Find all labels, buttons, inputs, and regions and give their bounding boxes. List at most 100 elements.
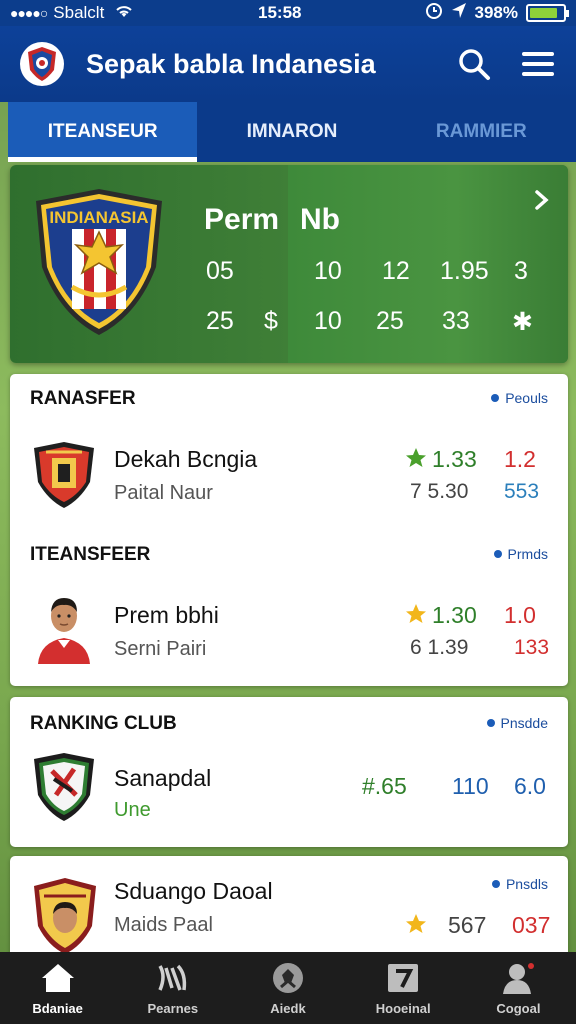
club-league: Maids Paal: [114, 914, 213, 936]
home-icon: [40, 961, 76, 995]
hero-stat: 3: [514, 257, 528, 285]
hero-stat: $: [264, 307, 278, 335]
club-name: Sanapdal: [114, 765, 212, 791]
stat-value: 037: [512, 912, 551, 938]
section-link[interactable]: Pnsdls: [491, 876, 548, 892]
hero-stat: 10: [314, 257, 342, 285]
dot-icon: [491, 880, 500, 888]
app-title: Sepak babla Indanesia: [86, 48, 376, 79]
nav-players[interactable]: Pearnes: [115, 952, 230, 1024]
dot-icon: [491, 394, 500, 402]
club-league: Une: [114, 799, 151, 821]
battery-icon: [526, 4, 569, 22]
club-badge: [32, 440, 96, 515]
app-header: Sepak babla Indanesia: [0, 26, 576, 102]
tab-ranking[interactable]: RAMMIER: [387, 102, 576, 162]
section-link[interactable]: Pnsdde: [486, 715, 548, 731]
stat-value: 1.0: [504, 602, 536, 628]
stat-value: #.65: [362, 773, 407, 799]
nav-label: Cogoal: [496, 1000, 541, 1016]
battery-fill: [530, 8, 558, 18]
search-button[interactable]: [456, 46, 492, 82]
nav-label: Aiedk: [270, 1000, 306, 1016]
section-title: RANASFER: [30, 388, 136, 409]
club-badge: [32, 751, 96, 828]
alarm-icon: [425, 2, 443, 25]
player-name: Prem bbhi: [114, 602, 219, 628]
hero-stat: 05: [206, 257, 234, 285]
nav-schedule[interactable]: Hooeinal: [346, 952, 461, 1024]
profile-icon: [500, 961, 536, 995]
chevron-right-icon[interactable]: [534, 189, 550, 216]
hero-stat: 1.95: [440, 257, 489, 285]
nav-profile[interactable]: Cogoal: [461, 952, 576, 1024]
nav-label: Hooeinal: [375, 1000, 431, 1016]
nav-match[interactable]: Aiedk: [230, 952, 345, 1024]
hero-stat: ✱: [512, 308, 533, 336]
stat-value: 110: [452, 773, 489, 799]
ball-icon: [270, 961, 306, 995]
hero-stat: 25: [376, 307, 404, 335]
club-card: Pnsdls Sduango Daoal Maids Paal 567 037: [10, 856, 568, 956]
club-name: Dekah Bcngia: [114, 446, 258, 472]
stat-value: 553: [504, 480, 540, 503]
hero-stat: 25: [206, 307, 234, 335]
tab-transfer[interactable]: ITEANSEUR: [8, 102, 198, 162]
transfer-card: RANASFER Peouls Dekah Bcngia Paital Naur…: [10, 374, 568, 686]
star-icon: [404, 446, 428, 475]
ranking-card: RANKING CLUB Pnsdde Sanapdal Une #.65 11…: [10, 697, 568, 847]
team-crest: INDIANASIA: [32, 187, 166, 342]
section-title: RANKING CLUB: [30, 713, 177, 734]
nav-label: Bdaniae: [32, 1000, 83, 1016]
hero-stat: 33: [442, 307, 470, 335]
search-icon: [459, 49, 490, 80]
crest-text: INDIANASIA: [49, 208, 148, 227]
dot-icon: [493, 550, 502, 558]
battery-percent: 398%: [474, 3, 518, 22]
star-icon: [404, 912, 428, 941]
hero-stat: 10: [314, 307, 342, 335]
menu-icon: [522, 52, 554, 76]
section-link-label: Pnsdde: [500, 715, 548, 731]
nav-home[interactable]: Bdaniae: [0, 952, 115, 1024]
club-crest-icon: [28, 47, 56, 81]
club-league: Paital Naur: [114, 482, 213, 504]
stat-value: 133: [514, 636, 550, 659]
wifi-icon: [114, 3, 134, 24]
location-icon: [451, 2, 467, 25]
player-club: Serni Pairi: [114, 638, 207, 660]
section-link-label: Peouls: [505, 390, 548, 406]
carrier-name: Sbalclt: [53, 3, 105, 22]
section-link[interactable]: Peouls: [491, 390, 548, 406]
club-name: Sduango Daoal: [114, 878, 273, 904]
tab-bar: ITEANSEUR IMNARON RAMMIER: [8, 102, 576, 162]
hero-stat: 12: [382, 257, 410, 285]
tab-information[interactable]: IMNARON: [197, 102, 386, 162]
stat-value: 567: [448, 912, 487, 938]
clock: 15:58: [258, 3, 302, 22]
section-link-label: Prmds: [507, 546, 548, 562]
calendar-icon: [385, 961, 421, 995]
app-logo: [20, 42, 64, 86]
bottom-navigation: Bdaniae Pearnes Aiedk Hooeinal Cogoal: [0, 952, 576, 1024]
section-link-label: Pnsdls: [505, 876, 548, 892]
hero-col-a-label: Perm: [204, 203, 280, 236]
dot-icon: [486, 719, 495, 727]
stat-value: 6 1.39: [410, 636, 469, 659]
star-icon: [404, 602, 428, 631]
stat-value: 6.0: [514, 773, 546, 799]
club-badge: [32, 876, 98, 961]
stat-value: 7 5.30: [410, 480, 469, 503]
featured-team-card[interactable]: INDIANASIA Perm Nb 05 10 12 1.95 3 25 $ …: [10, 165, 568, 363]
section-link[interactable]: Prmds: [493, 546, 548, 562]
nav-label: Pearnes: [147, 1000, 199, 1016]
stat-value: 1.2: [504, 446, 536, 472]
stat-value: 1.33: [432, 446, 477, 472]
hero-col-b-label: Nb: [300, 203, 340, 236]
menu-button[interactable]: [520, 46, 556, 82]
status-bar: ●●●●○ Sbalclt 15:58 398%: [0, 0, 576, 26]
signal-strength: ●●●●○: [10, 5, 48, 21]
people-icon: [155, 961, 191, 995]
stat-value: 1.30: [432, 602, 477, 628]
player-avatar: [32, 590, 96, 669]
